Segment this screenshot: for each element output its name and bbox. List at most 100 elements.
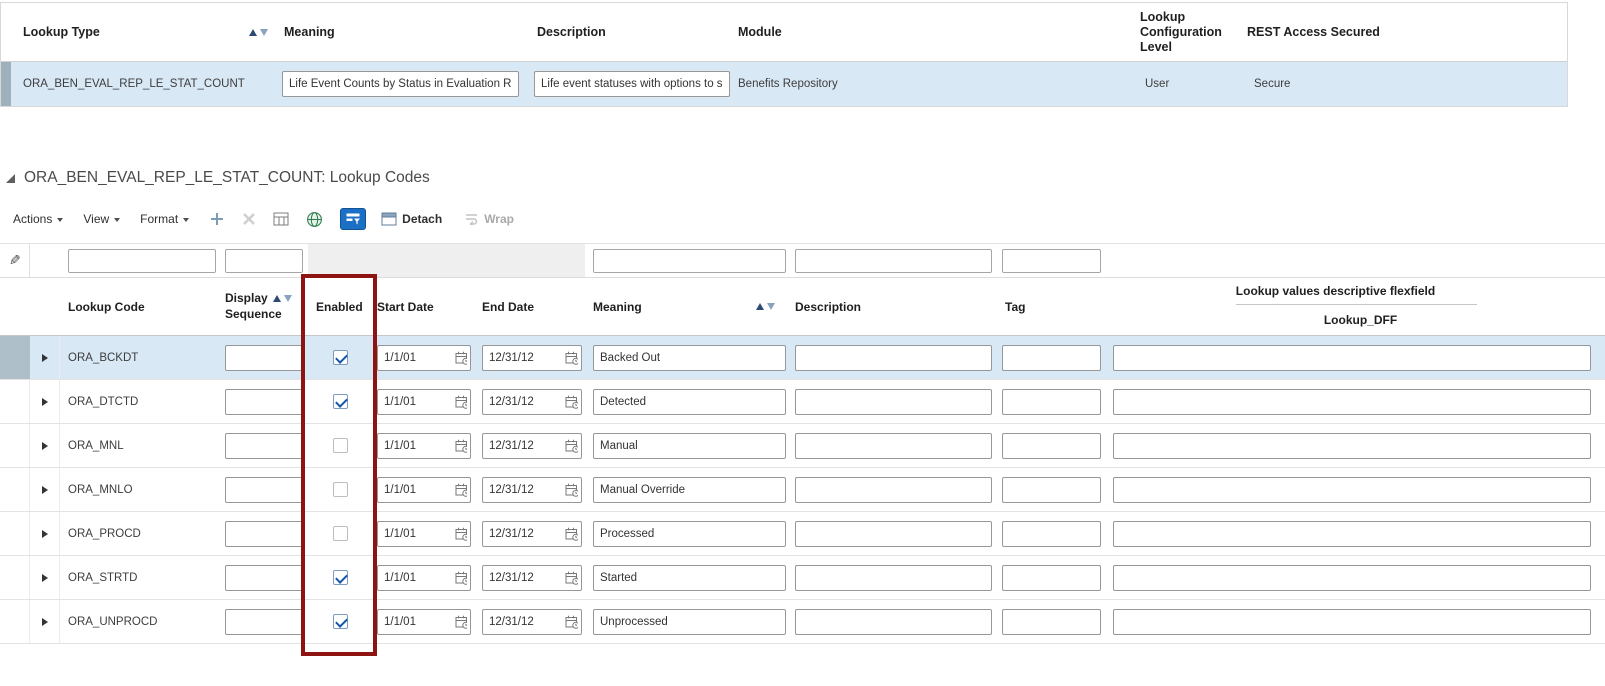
sort-descending-icon[interactable]	[283, 295, 292, 303]
col-header-lookup-type[interactable]: Lookup Type	[1, 3, 284, 61]
format-menu[interactable]: Format	[140, 212, 190, 226]
sort-descending-icon[interactable]	[260, 28, 268, 36]
calendar-icon[interactable]	[565, 483, 578, 497]
row-expander[interactable]	[30, 556, 60, 599]
end-date-input[interactable]	[489, 571, 564, 584]
meaning-input[interactable]	[593, 608, 786, 635]
freeze-columns-button[interactable]	[273, 212, 289, 226]
row-expander[interactable]	[30, 336, 60, 379]
tag-input[interactable]	[1002, 520, 1101, 547]
lookup-type-row[interactable]: ORA_BEN_EVAL_REP_LE_STAT_COUNT Benefits …	[1, 62, 1567, 106]
calendar-icon[interactable]	[455, 439, 467, 453]
view-menu[interactable]: View	[83, 212, 121, 226]
calendar-icon[interactable]	[455, 395, 467, 409]
lookup-type-meaning-input[interactable]	[282, 71, 519, 97]
qbe-meaning-input[interactable]	[593, 248, 786, 273]
export-button[interactable]	[306, 211, 323, 228]
sort-descending-icon[interactable]	[767, 303, 775, 310]
add-row-button[interactable]	[209, 211, 225, 227]
display-sequence-input[interactable]	[225, 388, 303, 415]
calendar-icon[interactable]	[565, 527, 578, 541]
calendar-icon[interactable]	[455, 351, 467, 365]
start-date-input[interactable]	[384, 571, 453, 584]
meaning-input[interactable]	[593, 344, 786, 371]
enabled-checkbox[interactable]	[332, 350, 348, 365]
start-date-input[interactable]	[384, 351, 453, 364]
enabled-checkbox[interactable]	[332, 570, 348, 585]
display-sequence-input[interactable]	[225, 432, 303, 459]
lookup-dff-input[interactable]	[1113, 344, 1591, 371]
display-sequence-input[interactable]	[225, 476, 303, 503]
calendar-icon[interactable]	[565, 439, 578, 453]
sort-icons[interactable]	[272, 295, 292, 303]
row-expander[interactable]	[30, 512, 60, 555]
calendar-icon[interactable]	[565, 571, 578, 585]
tag-input[interactable]	[1002, 344, 1101, 371]
start-date-input[interactable]	[384, 395, 453, 408]
lookup-dff-input[interactable]	[1113, 608, 1591, 635]
start-date-input[interactable]	[384, 527, 453, 540]
tag-input[interactable]	[1002, 608, 1101, 635]
display-sequence-input[interactable]	[225, 608, 303, 635]
qbe-tag-input[interactable]	[1002, 248, 1101, 273]
meaning-input[interactable]	[593, 564, 786, 591]
display-sequence-input[interactable]	[225, 520, 303, 547]
row-expander[interactable]	[30, 600, 60, 643]
lookup-dff-input[interactable]	[1113, 388, 1591, 415]
description-input[interactable]	[795, 476, 992, 503]
enabled-checkbox[interactable]	[332, 438, 348, 453]
start-date-input[interactable]	[384, 615, 453, 628]
col-header-display-sequence[interactable]: Display Sequence	[218, 278, 308, 335]
tag-input[interactable]	[1002, 476, 1101, 503]
end-date-input[interactable]	[489, 615, 564, 628]
display-sequence-input[interactable]	[225, 564, 303, 591]
end-date-input[interactable]	[489, 527, 564, 540]
calendar-icon[interactable]	[455, 571, 467, 585]
calendar-icon[interactable]	[455, 527, 467, 541]
end-date-input[interactable]	[489, 439, 564, 452]
lookup-codes-section-header[interactable]: ORA_BEN_EVAL_REP_LE_STAT_COUNT: Lookup C…	[6, 169, 1605, 187]
table-row[interactable]: ORA_MNL	[0, 424, 1605, 468]
wrap-button[interactable]: Wrap	[464, 212, 514, 226]
meaning-input[interactable]	[593, 476, 786, 503]
description-input[interactable]	[795, 564, 992, 591]
tag-input[interactable]	[1002, 564, 1101, 591]
table-row[interactable]: ORA_DTCTD	[0, 380, 1605, 424]
calendar-icon[interactable]	[455, 615, 467, 629]
row-expander[interactable]	[30, 468, 60, 511]
sort-ascending-icon[interactable]	[756, 303, 764, 310]
calendar-icon[interactable]	[565, 351, 578, 365]
row-selector[interactable]	[0, 600, 30, 643]
start-date-input[interactable]	[384, 483, 453, 496]
actions-menu[interactable]: Actions	[13, 212, 64, 226]
row-expander[interactable]	[30, 380, 60, 423]
description-input[interactable]	[795, 432, 992, 459]
sort-icons[interactable]	[249, 28, 268, 36]
row-selector[interactable]	[0, 512, 30, 555]
enabled-checkbox[interactable]	[332, 482, 348, 497]
row-selector[interactable]	[0, 424, 30, 467]
qbe-display-sequence-input[interactable]	[225, 248, 303, 273]
tag-input[interactable]	[1002, 388, 1101, 415]
enabled-checkbox[interactable]	[332, 614, 348, 629]
start-date-input[interactable]	[384, 439, 453, 452]
query-by-example-button[interactable]	[340, 208, 367, 230]
calendar-icon[interactable]	[455, 483, 467, 497]
lookup-type-description-input[interactable]	[534, 71, 730, 97]
sort-ascending-icon[interactable]	[249, 28, 257, 36]
description-input[interactable]	[795, 344, 992, 371]
table-row[interactable]: ORA_STRTD	[0, 556, 1605, 600]
end-date-input[interactable]	[489, 395, 564, 408]
description-input[interactable]	[795, 520, 992, 547]
description-input[interactable]	[795, 608, 992, 635]
qbe-description-input[interactable]	[795, 248, 992, 273]
table-row[interactable]: ORA_UNPROCD	[0, 600, 1605, 644]
display-sequence-input[interactable]	[225, 344, 303, 371]
disclosure-triangle-icon[interactable]	[6, 173, 15, 183]
enabled-checkbox[interactable]	[332, 526, 348, 541]
enabled-checkbox[interactable]	[332, 394, 348, 409]
end-date-input[interactable]	[489, 351, 564, 364]
col-header-lookup-code[interactable]: Lookup Code	[60, 278, 218, 335]
meaning-input[interactable]	[593, 520, 786, 547]
detach-button[interactable]: Detach	[381, 212, 442, 226]
